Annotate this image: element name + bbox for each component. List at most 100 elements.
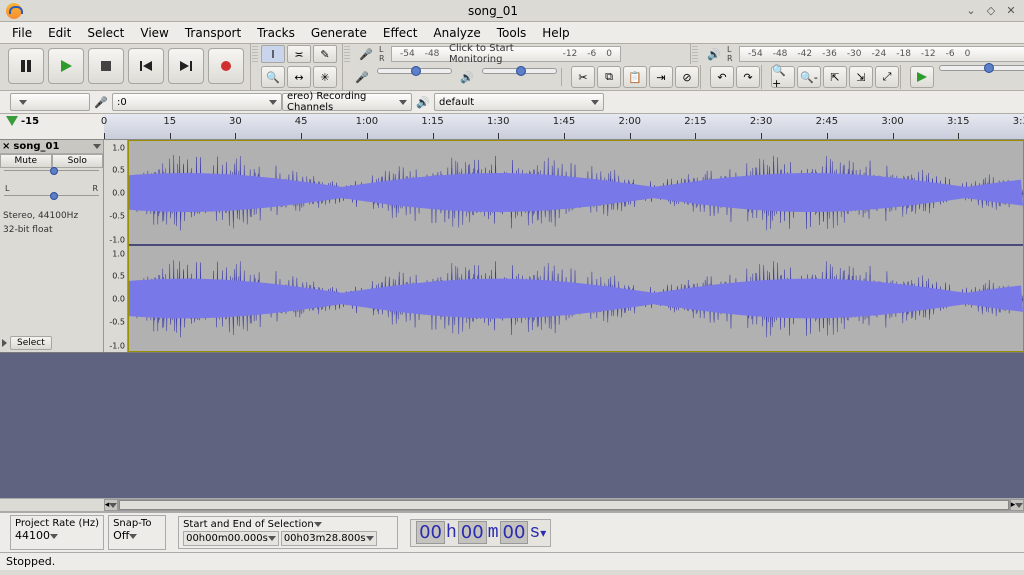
menu-select[interactable]: Select: [79, 26, 132, 40]
solo-button[interactable]: Solo: [52, 154, 104, 168]
menu-file[interactable]: File: [4, 26, 40, 40]
project-rate-combo[interactable]: 44100: [15, 529, 93, 547]
menubar: File Edit Select View Transport Tracks G…: [0, 22, 1024, 44]
track-rate: Stereo, 44100Hz: [0, 209, 103, 223]
minimize-icon[interactable]: ⌄: [964, 4, 978, 18]
scroll-right-icon[interactable]: ▸: [1010, 499, 1024, 511]
menu-tracks[interactable]: Tracks: [249, 26, 303, 40]
stop-button[interactable]: [88, 48, 124, 84]
tools-panel: I ≍ ✎: [259, 44, 343, 64]
tools-panel-2: 🔍 ↔ ✳: [259, 64, 343, 90]
selection-end-field[interactable]: 00h03m28.800s: [281, 531, 377, 546]
zoom-out-icon[interactable]: 🔍-: [797, 66, 821, 88]
zoom-buttons: 🔍+ 🔍- ⇱ ⇲ ⤢: [770, 65, 901, 89]
menu-generate[interactable]: Generate: [303, 26, 375, 40]
scroll-thumb[interactable]: [119, 500, 1009, 510]
project-rate-label: Project Rate (Hz): [15, 518, 99, 529]
horizontal-scrollbar[interactable]: ◂ ▸: [0, 498, 1024, 512]
edit-buttons: ✂ ⧉ 📋 ⇥ ⊘: [570, 65, 701, 89]
grip[interactable]: [344, 46, 350, 62]
timeshift-tool-icon[interactable]: ↔: [287, 66, 311, 88]
pause-button[interactable]: [8, 48, 44, 84]
status-bar: Stopped.: [0, 552, 1024, 570]
zoom-in-icon[interactable]: 🔍+: [771, 66, 795, 88]
paste-icon[interactable]: 📋: [623, 66, 647, 88]
empty-track-space[interactable]: [0, 353, 1024, 498]
play-at-speed: [909, 65, 1024, 89]
collapse-icon[interactable]: [2, 339, 7, 347]
menu-analyze[interactable]: Analyze: [425, 26, 488, 40]
record-button[interactable]: [208, 48, 244, 84]
play-device-combo[interactable]: default: [434, 93, 604, 111]
fit-project-icon[interactable]: ⇲: [849, 66, 873, 88]
device-toolbar: 🎤 :0 ereo) Recording Channels 🔊 default: [0, 91, 1024, 114]
play-meter-scale[interactable]: -54 -48 -42 -36 -30 -24 -18 -12 -6 0: [739, 46, 1024, 62]
speaker-icon: 🔊: [458, 68, 476, 86]
draw-tool-icon[interactable]: ✎: [313, 45, 337, 63]
audio-host-combo[interactable]: [10, 93, 90, 111]
skip-end-button[interactable]: [168, 48, 204, 84]
cut-icon[interactable]: ✂: [571, 66, 595, 88]
envelope-tool-icon[interactable]: ≍: [287, 45, 311, 63]
selection-tool-icon[interactable]: I: [261, 45, 285, 63]
track-header[interactable]: × song_01: [0, 140, 103, 154]
play-button[interactable]: [48, 48, 84, 84]
track-control-panel: × song_01 Mute Solo LR Stereo, 44100Hz 3…: [0, 140, 104, 352]
gain-slider[interactable]: [4, 170, 99, 182]
menu-effect[interactable]: Effect: [375, 26, 426, 40]
undo-icon[interactable]: ↶: [710, 66, 734, 88]
zoom-tool-icon[interactable]: 🔍: [261, 66, 285, 88]
scroll-left-icon[interactable]: ◂: [104, 499, 118, 511]
channel-left[interactable]: [129, 141, 1023, 246]
maximize-icon[interactable]: ◇: [984, 4, 998, 18]
channel-right[interactable]: [129, 246, 1023, 351]
waveform-canvas[interactable]: [128, 140, 1024, 352]
track-select-button[interactable]: Select: [10, 336, 52, 350]
play-volume-slider[interactable]: [482, 68, 557, 74]
rec-device-combo[interactable]: :0: [112, 93, 282, 111]
copy-icon[interactable]: ⧉: [597, 66, 621, 88]
app-icon: [6, 3, 22, 19]
ruler-scale[interactable]: 01530451:001:151:301:452:002:152:302:453…: [104, 114, 1024, 139]
grip[interactable]: [252, 46, 258, 62]
track-menu-icon[interactable]: [93, 141, 101, 152]
grip[interactable]: [692, 46, 698, 62]
playhead-icon[interactable]: [6, 116, 18, 126]
selection-bar: Project Rate (Hz) 44100 Snap-To Off Star…: [0, 512, 1024, 552]
close-icon[interactable]: ✕: [1004, 4, 1018, 18]
recording-meter[interactable]: 🎤 LR -54 -48 Click to Start Monitoring -…: [351, 44, 691, 64]
playback-meter[interactable]: 🔊 LR -54 -48 -42 -36 -30 -24 -18 -12 -6 …: [699, 44, 1024, 64]
scroll-track[interactable]: [118, 499, 1010, 511]
mic-icon: 🎤: [92, 93, 110, 111]
rec-channels-combo[interactable]: ereo) Recording Channels: [282, 93, 412, 111]
time-counter[interactable]: 00 h 00 m 00 s▾: [410, 519, 551, 547]
playback-speed-slider[interactable]: [939, 65, 1024, 71]
selection-mode-combo[interactable]: Start and End of Selection: [183, 519, 393, 530]
play-speed-button[interactable]: [910, 66, 934, 88]
pan-slider[interactable]: [4, 195, 99, 207]
trim-icon[interactable]: ⇥: [649, 66, 673, 88]
menu-transport[interactable]: Transport: [177, 26, 249, 40]
track-name: song_01: [13, 141, 93, 152]
mute-button[interactable]: Mute: [0, 154, 52, 168]
project-rate-box: Project Rate (Hz) 44100: [10, 515, 104, 550]
selection-start-field[interactable]: 00h00m00.000s: [183, 531, 279, 546]
skip-start-button[interactable]: [128, 48, 164, 84]
timeline-ruler[interactable]: -15 01530451:001:151:301:452:002:152:302…: [0, 114, 1024, 140]
fit-selection-icon[interactable]: ⇱: [823, 66, 847, 88]
snap-combo[interactable]: Off: [113, 529, 161, 547]
rec-meter-scale[interactable]: -54 -48 Click to Start Monitoring -12 -6…: [391, 46, 621, 62]
rec-volume-slider[interactable]: [377, 68, 452, 74]
menu-edit[interactable]: Edit: [40, 26, 79, 40]
toolbar-main: I ≍ ✎ 🎤 LR -54 -48 Click to Start Monito…: [0, 44, 1024, 91]
zoom-toggle-icon[interactable]: ⤢: [875, 66, 899, 88]
multi-tool-icon[interactable]: ✳: [313, 66, 337, 88]
silence-icon[interactable]: ⊘: [675, 66, 699, 88]
waveform-display[interactable]: 1.0 0.5 0.0 -0.5 -1.0 1.0 0.5 0.0 -0.5 -…: [104, 140, 1024, 352]
menu-tools[interactable]: Tools: [489, 26, 535, 40]
ruler-left: -15: [0, 114, 104, 139]
menu-view[interactable]: View: [132, 26, 176, 40]
redo-icon[interactable]: ↷: [736, 66, 760, 88]
menu-help[interactable]: Help: [534, 26, 577, 40]
track-close-icon[interactable]: ×: [2, 141, 10, 152]
